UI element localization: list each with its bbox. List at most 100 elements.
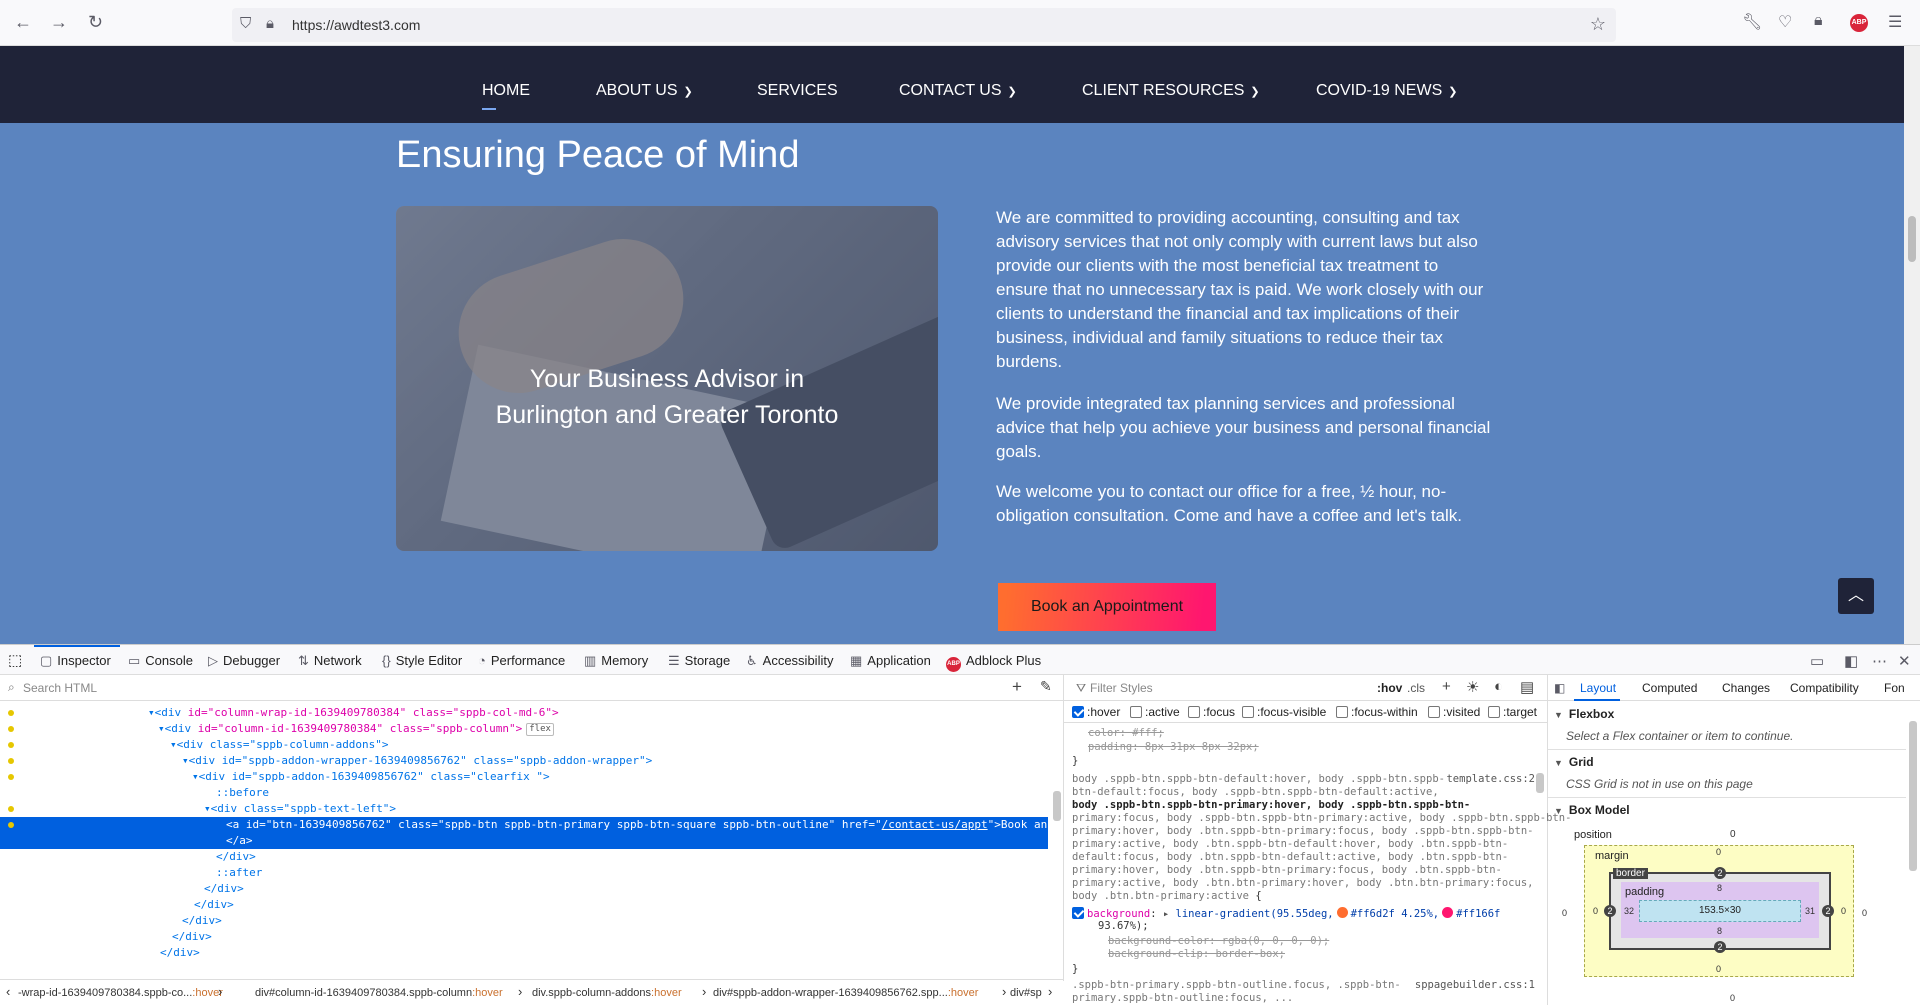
cls-toggle[interactable]: .cls	[1407, 681, 1425, 695]
pseudo-target-checkbox[interactable]: :target	[1488, 705, 1537, 719]
border-left-value[interactable]: 2	[1604, 905, 1616, 917]
css-declaration-overridden[interactable]: color: #fff;	[1088, 727, 1164, 740]
tree-link[interactable]: /contact-us/appt	[882, 818, 988, 831]
tab-computed[interactable]: Computed	[1642, 681, 1697, 695]
tab-debugger[interactable]: ▷ Debugger	[208, 653, 280, 669]
tree-line[interactable]: ▾<div id="sppb-addon-1639409856762" clas…	[0, 769, 1048, 785]
light-scheme-icon[interactable]: ☀	[1466, 678, 1479, 696]
tab-console[interactable]: ▭ Console	[128, 653, 193, 669]
border-bottom-value[interactable]: 2	[1714, 941, 1726, 953]
dark-scheme-icon[interactable]: ◐	[1494, 678, 1503, 695]
add-rule-icon[interactable]: +	[1442, 678, 1451, 695]
nav-services[interactable]: SERVICES	[757, 82, 838, 100]
tree-line[interactable]: ::before	[0, 785, 1048, 801]
tree-line[interactable]: ▾<div id="column-id-1639409780384" class…	[0, 721, 1048, 737]
tree-line[interactable]: ::after	[0, 865, 1048, 881]
menu-icon[interactable]: ☰	[1888, 12, 1902, 32]
breadcrumb-item[interactable]: -wrap-id-1639409780384.sppb-co...:hover	[18, 987, 223, 999]
margin-bottom-value[interactable]: 0	[1716, 964, 1721, 974]
back-icon[interactable]: ←	[14, 12, 32, 33]
flexbox-section-header[interactable]: ▼ Flexbox	[1554, 707, 1614, 721]
tab-network[interactable]: ⇅ Network	[298, 653, 362, 669]
grid-section-header[interactable]: ▼ Grid	[1554, 755, 1594, 769]
search-html-input[interactable]: Search HTML	[23, 681, 97, 695]
position-left-value[interactable]: 0	[1562, 908, 1567, 918]
flex-badge[interactable]: flex	[526, 723, 554, 736]
border-top-value[interactable]: 2	[1714, 867, 1726, 879]
color-swatch[interactable]	[1336, 907, 1348, 918]
border-right-value[interactable]: 2	[1822, 905, 1834, 917]
tree-line[interactable]: </div>	[0, 849, 1048, 865]
tree-line[interactable]: </div>	[0, 897, 1048, 913]
nav-contact-us[interactable]: CONTACT US ❯	[899, 82, 1017, 100]
tree-line[interactable]: ▾<div id="column-wrap-id-1639409780384" …	[0, 705, 1048, 721]
boxmodel-section-header[interactable]: ▼ Box Model	[1554, 803, 1630, 817]
filter-styles-input[interactable]: Filter Styles	[1090, 681, 1153, 695]
dock-side-icon[interactable]: ◧	[1844, 652, 1858, 670]
adblock-toolbar-icon[interactable]: ABP	[1850, 14, 1868, 32]
nav-client-resources[interactable]: CLIENT RESOURCES ❯	[1082, 82, 1260, 100]
pseudo-visited-checkbox[interactable]: :visited	[1428, 705, 1480, 719]
sidebar-scroll-thumb[interactable]	[1909, 721, 1917, 871]
margin-top-value[interactable]: 0	[1716, 847, 1721, 857]
url-text[interactable]: https://awdtest3.com	[292, 17, 420, 33]
breadcrumb-item[interactable]: div#sppb-addon-wrapper-1639409856762.spp…	[713, 987, 978, 999]
padding-left-value[interactable]: 32	[1624, 906, 1634, 916]
wrench-icon[interactable]: 🔧︎	[1742, 12, 1762, 32]
pseudo-hover-checkbox[interactable]: :hover	[1072, 705, 1120, 719]
checkbox-checked[interactable]	[1072, 907, 1084, 919]
breadcrumb-item[interactable]: div.sppb-column-addons:hover	[532, 987, 682, 999]
tree-line[interactable]: </div>	[0, 881, 1048, 897]
nav-home[interactable]: HOME	[482, 82, 530, 110]
position-bottom-value[interactable]: 0	[1730, 993, 1735, 1003]
tab-layout[interactable]: Layout	[1580, 681, 1616, 695]
css-source-link[interactable]: template.css:2	[1446, 773, 1535, 785]
tree-line[interactable]: </div>	[0, 929, 1048, 945]
pseudo-focus-checkbox[interactable]: :focus	[1188, 705, 1235, 719]
sidebar-scrollbar[interactable]	[1906, 701, 1920, 1005]
tab-performance[interactable]: ◔ Performance	[478, 653, 565, 668]
close-devtools-icon[interactable]: ✕	[1898, 652, 1911, 670]
tab-compatibility[interactable]: Compatibility	[1790, 681, 1859, 695]
position-right-value[interactable]: 0	[1862, 908, 1867, 918]
css-source-link[interactable]: sppagebuilder.css:1	[1415, 979, 1535, 991]
tab-memory[interactable]: ▥ Memory	[584, 653, 648, 669]
toggle-pane-icon[interactable]: ◧	[1554, 681, 1565, 695]
chevron-right-icon[interactable]: ›	[1048, 984, 1052, 999]
position-top-value[interactable]: 0	[1730, 829, 1736, 840]
tab-fonts[interactable]: Fon	[1884, 681, 1905, 695]
tree-line[interactable]: ▾<div id="sppb-addon-wrapper-16394098567…	[0, 753, 1048, 769]
tab-changes[interactable]: Changes	[1722, 681, 1770, 695]
margin-left-value[interactable]: 0	[1593, 906, 1598, 916]
scroll-to-top-button[interactable]: ︿	[1838, 578, 1874, 614]
forward-icon[interactable]: →	[50, 12, 68, 33]
rules-scroll-thumb[interactable]	[1536, 773, 1544, 793]
pocket-icon[interactable]: ♡	[1778, 12, 1792, 32]
padding-right-value[interactable]: 31	[1805, 906, 1815, 916]
rules-scrollbar[interactable]	[1534, 723, 1546, 983]
tab-accessibility[interactable]: ♿︎ Accessibility	[746, 653, 833, 669]
pseudo-focus-within-checkbox[interactable]: :focus-within	[1336, 705, 1418, 719]
page-scroll-thumb[interactable]	[1908, 216, 1916, 262]
print-media-icon[interactable]: ▤	[1520, 678, 1534, 696]
tree-line-selected[interactable]: </a>	[0, 833, 1048, 849]
markup-scroll-thumb[interactable]	[1053, 791, 1061, 821]
markup-scrollbar[interactable]	[1050, 701, 1064, 963]
padding-bottom-value[interactable]: 8	[1717, 926, 1722, 936]
tab-adblock-plus[interactable]: ABP Adblock Plus	[946, 653, 1041, 672]
bookmark-star-icon[interactable]: ☆	[1590, 14, 1606, 35]
tree-line[interactable]: ▾<div class="sppb-column-addons">	[0, 737, 1048, 753]
padding-top-value[interactable]: 8	[1717, 883, 1722, 893]
tree-line-selected[interactable]: <a id="btn-1639409856762" class="sppb-bt…	[0, 817, 1048, 833]
css-declaration-background[interactable]: background: ▸ linear-gradient(95.55deg, #…	[1072, 907, 1500, 921]
css-declaration-overridden[interactable]: padding: 8px 31px 8px 32px;	[1088, 741, 1259, 754]
tree-line[interactable]: </div>	[0, 945, 1048, 961]
element-picker-icon[interactable]: ⬚	[8, 651, 22, 669]
margin-right-value[interactable]: 0	[1841, 906, 1846, 916]
add-node-icon[interactable]: +	[1012, 677, 1022, 697]
book-appointment-button[interactable]: Book an Appointment	[998, 583, 1216, 631]
breadcrumb-item[interactable]: div#sp	[1010, 987, 1042, 999]
tab-application[interactable]: ▦ Application	[850, 653, 931, 669]
tab-style-editor[interactable]: {} Style Editor	[382, 653, 462, 668]
lock-icon[interactable]: 🔒︎	[266, 15, 274, 32]
